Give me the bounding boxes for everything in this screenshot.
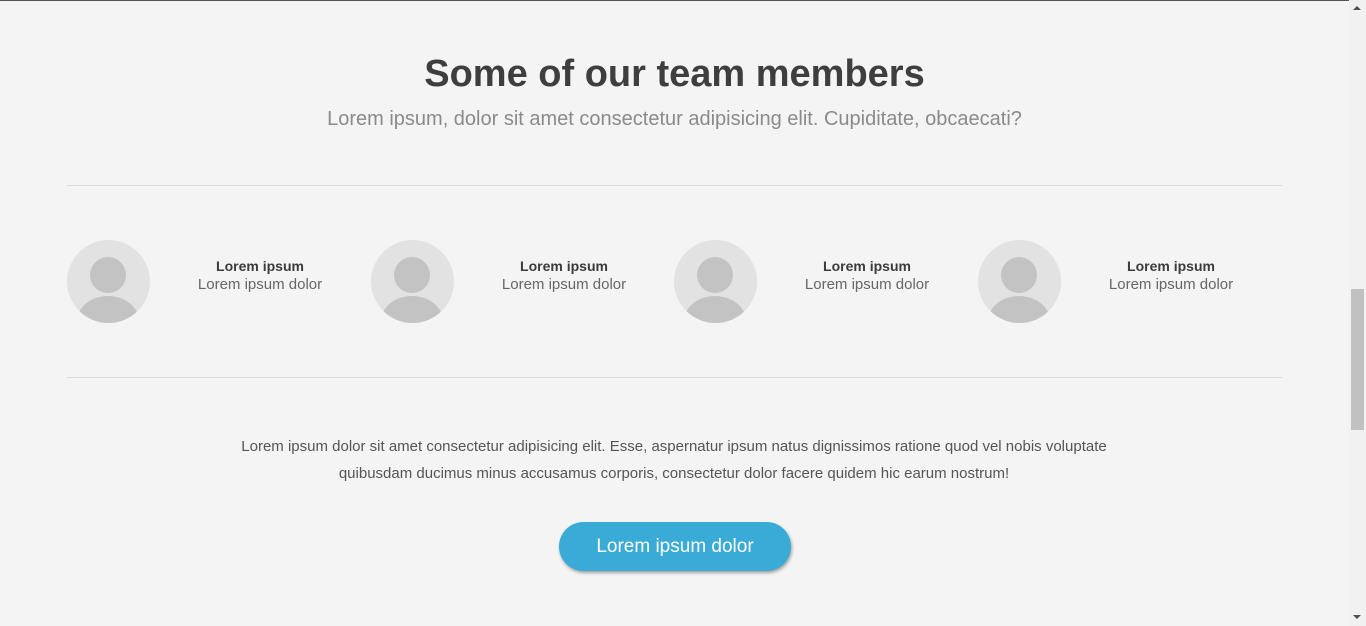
team-member-card: Lorem ipsum Lorem ipsum dolor [674, 240, 964, 324]
page: Some of our team members Lorem ipsum, do… [0, 0, 1366, 626]
team-member-card: Lorem ipsum Lorem ipsum dolor [978, 240, 1268, 324]
member-info: Lorem ipsum Lorem ipsum dolor [491, 257, 637, 295]
member-role: Lorem ipsum dolor [501, 276, 627, 293]
user-avatar-icon [978, 240, 1061, 323]
member-name: Lorem ipsum [216, 258, 304, 274]
member-info: Lorem ipsum Lorem ipsum dolor [1098, 257, 1244, 295]
scroll-down-arrow-icon[interactable] [1349, 609, 1366, 626]
member-name: Lorem ipsum [520, 258, 608, 274]
team-section: Some of our team members Lorem ipsum, do… [0, 0, 1349, 626]
team-member-card: Lorem ipsum Lorem ipsum dolor [371, 240, 661, 324]
description-text: Lorem ipsum dolor sit amet consectetur a… [241, 438, 1107, 482]
member-name: Lorem ipsum [1127, 258, 1215, 274]
scrollbar-thumb[interactable] [1351, 289, 1364, 430]
cta-button[interactable]: Lorem ipsum dolor [559, 522, 791, 571]
top-divider [67, 185, 1282, 186]
user-avatar-icon [371, 240, 454, 323]
user-avatar-icon [67, 240, 150, 323]
section-title: Some of our team members [424, 53, 925, 95]
team-member-card: Lorem ipsum Lorem ipsum dolor [67, 240, 357, 324]
vertical-scrollbar[interactable] [1349, 0, 1366, 626]
section-subtitle: Lorem ipsum, dolor sit amet consectetur … [327, 108, 1022, 130]
scroll-up-arrow-icon[interactable] [1349, 0, 1366, 17]
member-info: Lorem ipsum Lorem ipsum dolor [794, 257, 940, 295]
bottom-divider [67, 377, 1282, 378]
user-avatar-icon [674, 240, 757, 323]
member-role: Lorem ipsum dolor [1108, 276, 1234, 293]
member-role: Lorem ipsum dolor [804, 276, 930, 293]
member-role: Lorem ipsum dolor [197, 276, 323, 293]
member-info: Lorem ipsum Lorem ipsum dolor [187, 257, 333, 295]
team-members-list: Lorem ipsum Lorem ipsum dolor Lorem ipsu… [67, 240, 1282, 324]
member-name: Lorem ipsum [823, 258, 911, 274]
